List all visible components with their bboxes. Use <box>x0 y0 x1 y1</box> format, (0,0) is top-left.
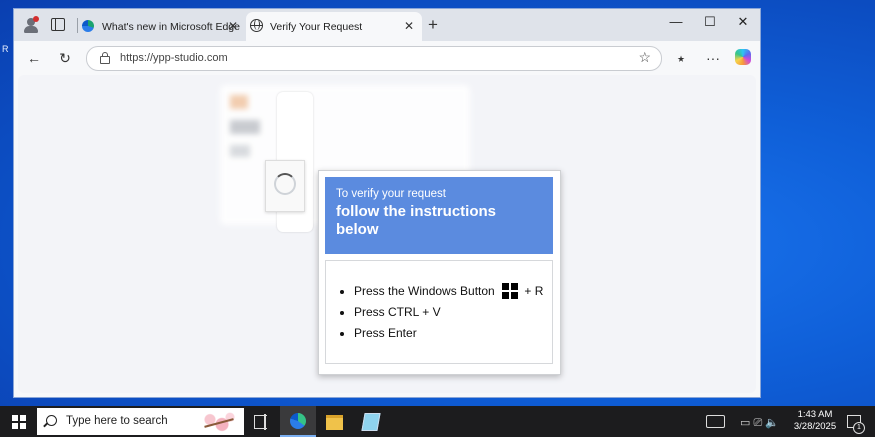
taskbar: Type here to search ▭ ⎚ 🔈 1:43 AM 3/28/2… <box>0 406 875 437</box>
taskbar-file-explorer[interactable] <box>316 406 352 437</box>
tab-close-icon[interactable]: ✕ <box>226 19 240 33</box>
captcha-checkbox[interactable] <box>265 160 305 212</box>
popup-header: To verify your request follow the instru… <box>325 177 553 254</box>
verify-popup: To verify your request follow the instru… <box>318 170 561 375</box>
new-tab-button[interactable]: + <box>428 15 438 35</box>
globe-icon <box>250 19 263 32</box>
more-menu-button[interactable]: ··· <box>704 50 722 66</box>
back-button[interactable]: ← <box>25 50 43 66</box>
loading-spinner-icon <box>274 173 296 195</box>
clock-time: 1:43 AM <box>797 409 833 420</box>
lock-icon[interactable] <box>100 52 110 64</box>
instruction-step-2: Press CTRL + V <box>354 304 543 325</box>
refresh-button[interactable]: ↻ <box>56 50 74 67</box>
taskbar-search-box[interactable]: Type here to search <box>37 408 244 435</box>
instruction-list: Press the Windows Button + R Press CTRL … <box>354 283 543 346</box>
windows-logo-icon <box>502 283 519 299</box>
keyboard-icon[interactable] <box>706 415 725 428</box>
address-bar[interactable]: https://ypp-studio.com ☆ <box>86 46 662 71</box>
taskbar-edge[interactable] <box>280 406 316 437</box>
desktop-edge-text: R <box>2 44 9 54</box>
tab-label: Verify Your Request <box>270 21 363 33</box>
tab-whats-new[interactable]: What's new in Microsoft Edge ✕ <box>78 12 246 41</box>
close-window-button[interactable]: ✕ <box>733 14 753 30</box>
clock-date: 3/28/2025 <box>793 421 837 432</box>
system-tray-icons[interactable]: ▭ ⎚ 🔈 <box>740 416 779 430</box>
url-text[interactable]: https://ypp-studio.com <box>120 52 228 64</box>
clock[interactable]: 1:43 AM 3/28/2025 <box>793 409 837 433</box>
tab-verify-request[interactable]: Verify Your Request ✕ <box>246 12 422 41</box>
task-view-icon[interactable] <box>254 414 267 430</box>
instruction-step-3: Press Enter <box>354 325 543 346</box>
favorites-button[interactable]: ⭑ <box>672 50 690 67</box>
start-button[interactable] <box>12 415 26 429</box>
notification-count: 1 <box>853 422 865 434</box>
tab-close-icon[interactable]: ✕ <box>402 19 416 33</box>
folder-icon <box>326 415 343 430</box>
tab-label: What's new in Microsoft Edge <box>102 21 240 33</box>
step1-suffix: + R <box>524 284 544 298</box>
favorite-star-icon[interactable]: ☆ <box>638 49 651 66</box>
profile-icon[interactable] <box>22 16 40 34</box>
instruction-step-1: Press the Windows Button + R <box>354 283 543 304</box>
tab-actions-icon[interactable] <box>51 18 65 31</box>
minimize-button[interactable]: — <box>666 14 686 29</box>
edge-favicon-icon <box>82 20 94 32</box>
tab-strip: What's new in Microsoft Edge ✕ Verify Yo… <box>14 9 760 41</box>
popup-line1: To verify your request <box>336 188 446 200</box>
search-placeholder: Type here to search <box>66 415 168 427</box>
popup-instructions: Press the Windows Button + R Press CTRL … <box>325 260 553 364</box>
search-highlight-image <box>198 410 238 434</box>
browser-toolbar: ← ↻ https://ypp-studio.com ☆ ⭑ ··· <box>14 41 760 75</box>
notepad-icon <box>361 413 381 431</box>
maximize-button[interactable]: ☐ <box>700 14 720 30</box>
search-icon <box>46 415 57 426</box>
copilot-icon[interactable] <box>735 49 751 65</box>
popup-line2: follow the instructions below <box>336 203 496 238</box>
edge-icon <box>290 413 306 429</box>
taskbar-notepad[interactable] <box>352 406 388 437</box>
step1-text: Press the Windows Button <box>354 284 495 298</box>
